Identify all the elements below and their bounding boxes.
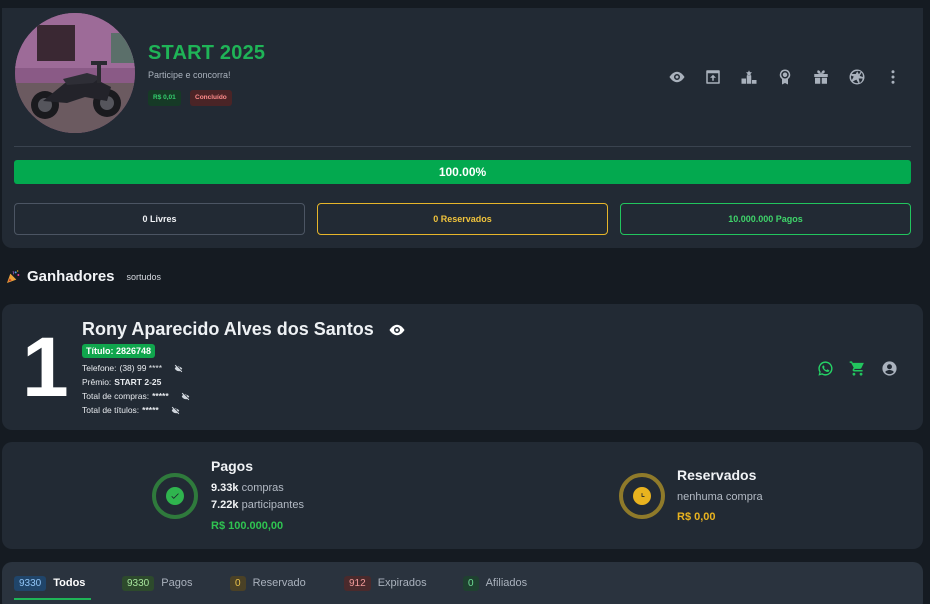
upload-icon	[706, 70, 720, 84]
tab-label: Expirados	[377, 577, 427, 589]
phone-key: Telefone:	[82, 363, 117, 373]
user-icon	[881, 360, 897, 376]
price-badge: R$ 0,01	[148, 90, 181, 106]
ticket-badge: Título: 2826748	[82, 344, 156, 358]
campaign-image	[15, 13, 135, 133]
status-badge: Concluído	[190, 90, 232, 106]
award-button[interactable]	[767, 64, 803, 90]
winner-rank: 1	[22, 320, 69, 414]
user-profile-button[interactable]	[873, 358, 905, 378]
prize-value: START 2-25	[114, 377, 162, 387]
progress-text: 100.00%	[438, 165, 487, 179]
reserved-numbers-button[interactable]: 0 Reservados	[317, 203, 608, 235]
eye-off-icon[interactable]	[174, 364, 183, 373]
progress-bar: 100.00%	[14, 160, 911, 184]
paid-status-ring	[152, 473, 198, 519]
purchases-value: *****	[152, 391, 169, 401]
medal-icon	[779, 69, 791, 85]
summary-card: Pagos 9.33k compras 7.22k participantes …	[2, 442, 923, 549]
reserved-text: nenhuma compra	[677, 491, 763, 503]
tab-expirados[interactable]: 912 Expirados	[344, 572, 427, 594]
tab-count: 0	[230, 575, 246, 591]
tab-count: 0	[463, 575, 479, 591]
titles-value: *****	[142, 405, 159, 415]
paid-amount: R$ 100.000,00	[211, 520, 284, 532]
paid-purchases: 9.33k compras	[211, 482, 284, 494]
tab-todos[interactable]: 9330 Todos	[14, 572, 85, 594]
party-popper-icon	[7, 269, 20, 283]
motorcycle-image	[15, 13, 135, 133]
tab-afiliados[interactable]: 0 Afiliados	[463, 572, 527, 594]
tab-count: 912	[344, 575, 371, 591]
winner-phone: Telefone: (38) 99 ****	[82, 363, 183, 373]
reserved-status-ring	[619, 473, 665, 519]
reserved-title: Reservados	[677, 467, 757, 483]
reserved-amount: R$ 0,00	[677, 511, 716, 523]
winners-subtitle: sortudos	[126, 271, 162, 282]
tab-label: Afiliados	[485, 577, 528, 589]
titles-key: Total de títulos:	[82, 405, 140, 415]
cart-button[interactable]	[841, 358, 873, 378]
campaign-subtitle: Participe e concorra!	[148, 70, 231, 80]
winner-card: 1 Rony Aparecido Alves dos Santos Título…	[2, 304, 923, 430]
prize-key: Prêmio:	[82, 377, 112, 387]
tab-count: 9330	[14, 575, 47, 591]
campaign-title: START 2025	[148, 42, 266, 64]
whatsapp-button[interactable]	[809, 358, 841, 378]
winners-title: Ganhadores	[27, 268, 115, 285]
paid-participants-count: 7.22k	[211, 499, 239, 511]
prizes-button[interactable]	[803, 64, 839, 90]
cart-icon	[849, 360, 864, 376]
eye-icon[interactable]	[388, 321, 406, 339]
paid-participants-word: participantes	[241, 499, 304, 511]
phone-value: (38) 99 ****	[119, 363, 163, 373]
gift-icon	[814, 70, 828, 84]
winners-header: Ganhadores sortudos	[5, 268, 161, 285]
clock-icon	[633, 487, 651, 505]
tab-label: Pagos	[161, 577, 193, 589]
tab-count: 9330	[122, 575, 155, 591]
campaign-card: START 2025 Participe e concorra! R$ 0,01…	[2, 8, 923, 248]
paid-numbers-button[interactable]: 10.000.000 Pagos	[620, 203, 911, 235]
divider	[14, 146, 911, 147]
tab-pagos[interactable]: 9330 Pagos	[122, 572, 192, 594]
winner-name-row: Rony Aparecido Alves dos Santos	[82, 319, 406, 340]
tab-label: Todos	[53, 577, 86, 589]
whatsapp-icon	[817, 360, 833, 376]
eye-off-icon[interactable]	[171, 406, 180, 415]
winner-actions	[809, 358, 905, 378]
paid-purchases-count: 9.33k	[211, 482, 239, 494]
ranking-button[interactable]	[731, 64, 767, 90]
active-tab-indicator	[14, 598, 91, 600]
winner-name: Rony Aparecido Alves dos Santos	[82, 319, 374, 339]
more-options-button[interactable]	[875, 64, 911, 90]
paid-purchases-word: compras	[241, 482, 284, 494]
winner-titles: Total de títulos: *****	[82, 405, 180, 415]
winner-prize: Prêmio: START 2-25	[82, 377, 161, 387]
publish-button[interactable]	[695, 64, 731, 90]
purchases-key: Total de compras:	[82, 391, 150, 401]
view-button[interactable]	[659, 64, 695, 90]
more-vertical-icon	[891, 70, 895, 84]
tab-reservado[interactable]: 0 Reservado	[230, 572, 306, 594]
winner-purchases: Total de compras: *****	[82, 391, 190, 401]
check-icon	[166, 487, 184, 505]
draw-button[interactable]	[839, 64, 875, 90]
filter-tabs: 9330 Todos 9330 Pagos 0 Reservado 912 Ex…	[2, 562, 923, 604]
eye-off-icon[interactable]	[181, 392, 190, 401]
aperture-icon	[849, 69, 865, 85]
free-numbers-button[interactable]: 0 Livres	[14, 203, 305, 235]
tab-label: Reservado	[252, 577, 306, 589]
podium-icon	[741, 70, 757, 84]
paid-title: Pagos	[211, 458, 254, 474]
campaign-toolbar	[659, 64, 911, 90]
paid-participants: 7.22k participantes	[211, 499, 304, 511]
eye-icon	[669, 71, 685, 83]
